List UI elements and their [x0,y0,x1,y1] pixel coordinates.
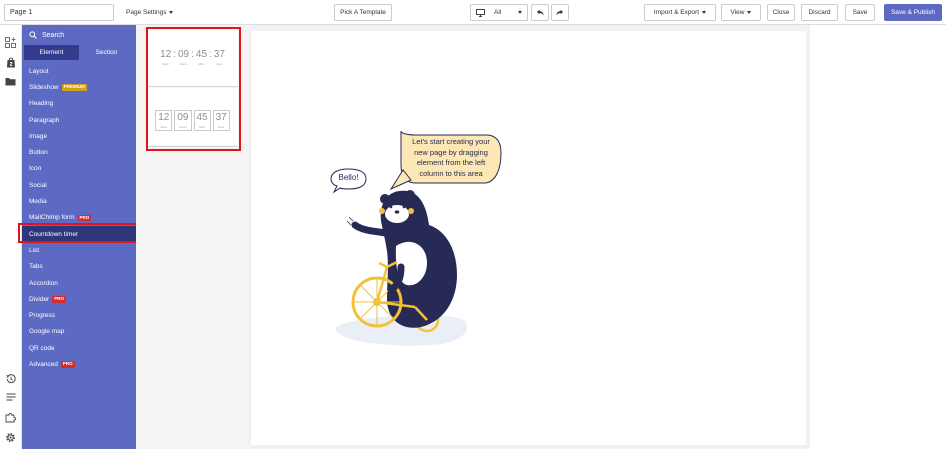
discard-label: Discard [808,9,831,16]
folder-icon[interactable] [4,75,17,88]
view-label: View [730,9,745,16]
element-item-label: Heading [29,100,54,108]
view-dropdown[interactable]: View [721,4,761,21]
element-item-google-map[interactable]: Google map [22,324,136,340]
layers-list-icon[interactable] [4,391,17,404]
settings-gear-icon[interactable] [4,431,17,444]
import-export-label: Import & Export [653,9,700,16]
element-item-label: QR code [29,344,55,352]
add-elements-icon[interactable] [4,36,17,49]
element-item-label: Icon [29,165,42,173]
message-line-2: new page by dragging [414,147,488,157]
hello-bubble-text: Bello! [338,173,359,182]
search-icon [29,31,37,39]
element-item-label: Divider [29,295,50,303]
chevron-down-icon [169,11,174,14]
element-item-tabs[interactable]: Tabs [22,259,136,275]
page-canvas[interactable]: Bello! Let's start creating your new pag… [251,31,806,445]
element-item-label: Button [29,149,48,157]
bear-illustration [330,130,502,346]
premium-badge: PREMIUM [61,84,87,91]
redo-button[interactable] [551,4,569,21]
element-item-social[interactable]: Social [22,177,136,193]
element-item-label: Slideshow [29,83,59,91]
pro-badge: PRO [60,361,75,368]
highlight-countdown-item [18,223,141,243]
element-item-image[interactable]: Image [22,128,136,144]
chevron-down-icon [518,11,522,14]
shopify-bag-icon[interactable] [4,56,17,69]
device-select-value: All [494,9,502,16]
element-item-label: Google map [29,328,65,336]
pro-badge: PRO [77,214,92,222]
close-label: Close [772,9,790,16]
right-gutter [810,25,946,449]
undo-button[interactable] [531,4,549,21]
page-name-input[interactable] [4,4,114,21]
import-export-dropdown[interactable]: Import & Export [644,4,716,21]
highlight-preview-box [146,27,241,151]
puzzle-icon[interactable] [4,411,17,424]
element-item-label: Paragraph [29,116,60,124]
discard-button[interactable]: Discard [801,4,838,21]
element-item-list[interactable]: List [22,242,136,258]
save-publish-button[interactable]: Save & Publish [884,4,942,21]
save-label: Save [852,9,868,16]
page-settings-label: Page Settings [126,9,167,16]
message-line-1: Let's start creating your [412,137,490,146]
element-item-label: Progress [29,312,56,320]
device-select[interactable]: All [470,4,528,21]
element-item-label: Advanced [29,360,58,368]
element-item-label: List [29,246,40,254]
element-item-advanced[interactable]: Advanced PRO [22,356,136,372]
element-item-label: Media [29,198,47,206]
message-line-4: column to this area [419,168,483,178]
element-item-label: Accordion [29,279,58,287]
element-item-paragraph[interactable]: Paragraph [22,112,136,128]
redo-icon [556,9,563,16]
chevron-down-icon [747,11,752,14]
pick-template-label: Pick A Template [340,9,386,16]
search-label: Search [42,31,65,39]
pick-template-button[interactable]: Pick A Template [334,4,392,21]
element-item-label: Social [29,181,47,189]
page-settings-dropdown[interactable]: Page Settings [126,4,174,21]
panel-tabs: Element Section [24,45,134,60]
element-item-accordion[interactable]: Accordion [22,275,136,291]
element-item-progress[interactable]: Progress [22,307,136,323]
history-icon[interactable] [4,372,17,385]
element-item-label: Tabs [29,263,43,271]
element-item-icon[interactable]: Icon [22,161,136,177]
save-publish-label: Save & Publish [890,9,936,16]
chevron-down-icon [702,11,707,14]
pro-badge: PRO [52,296,66,303]
close-button[interactable]: Close [767,4,795,21]
element-item-heading[interactable]: Heading [22,96,136,112]
element-item-layout[interactable]: Layout [22,63,136,79]
element-item-divider[interactable]: Divider PRO [22,291,136,307]
element-item-label: MailChimp form [29,214,75,222]
top-toolbar: Page Settings Pick A Template All Import… [0,0,946,25]
element-item-media[interactable]: Media [22,193,136,209]
element-item-slideshow[interactable]: Slideshow PREMIUM [22,79,136,95]
empty-canvas-message: Let's start creating your new page by dr… [399,137,503,179]
element-list: Layout Slideshow PREMIUM Heading Paragraph Im… [22,63,136,373]
element-item-label: Layout [29,67,49,75]
tab-element[interactable]: Element [24,45,79,60]
element-item-button[interactable]: Button [22,144,136,160]
undo-icon [537,9,544,16]
element-search[interactable]: Search [22,25,136,45]
desktop-icon [476,8,485,17]
tab-section[interactable]: Section [79,45,134,60]
save-button[interactable]: Save [845,4,875,21]
element-item-label: Image [29,132,48,140]
element-item-qr-code[interactable]: QR code [22,340,136,356]
message-line-3: element from the left [416,158,486,167]
